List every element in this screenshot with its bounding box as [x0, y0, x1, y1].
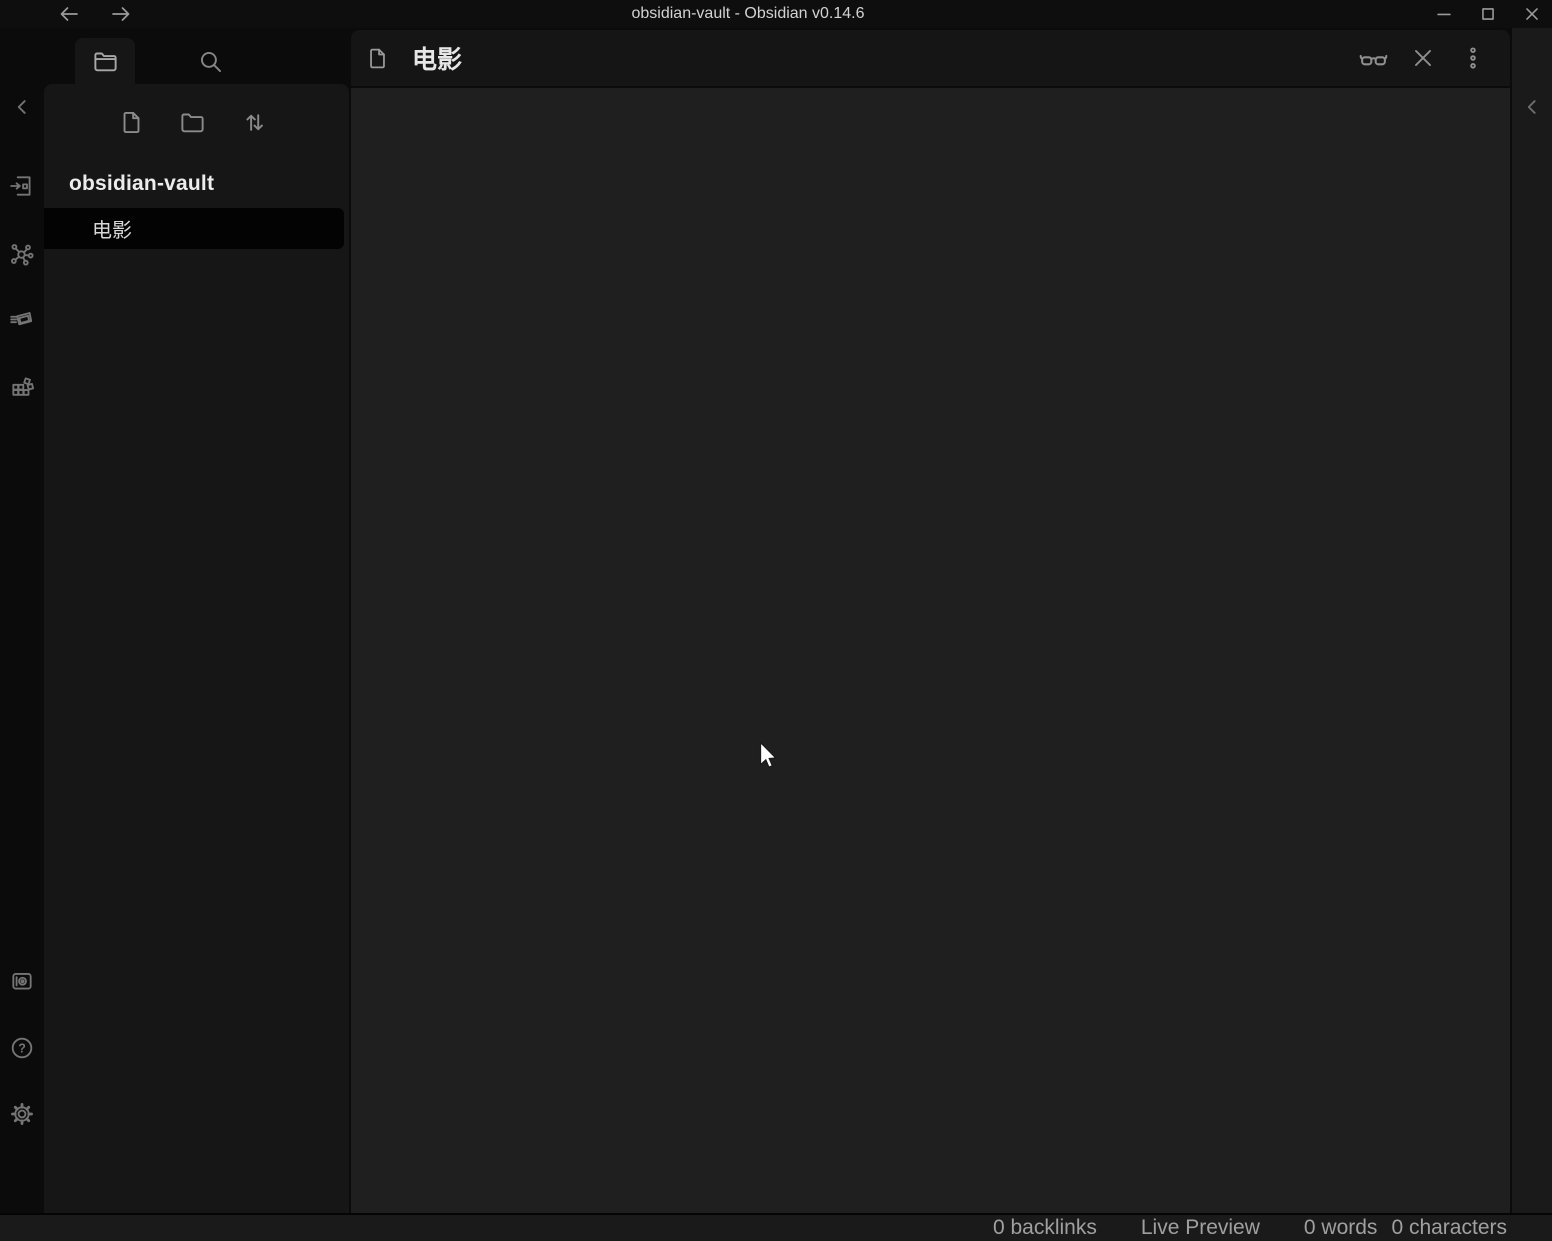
- close-icon: [1410, 45, 1436, 71]
- more-options-icon: [1460, 45, 1486, 71]
- obsidian-window: obsidian-vault - Obsidian v0.14.6: [0, 0, 1552, 1241]
- more-options-button[interactable]: [1458, 42, 1488, 74]
- mouse-cursor: [759, 741, 781, 778]
- view-header: 电影: [351, 30, 1510, 86]
- editor-mode-toggle[interactable]: Live Preview: [1141, 1216, 1260, 1240]
- reading-view-icon: [1359, 44, 1388, 73]
- random-note-button[interactable]: [6, 371, 38, 403]
- vault-title[interactable]: obsidian-vault: [69, 172, 214, 196]
- word-count-group: 0 words 0 characters: [1304, 1216, 1507, 1240]
- new-folder-icon: [179, 109, 206, 136]
- titlebar: obsidian-vault - Obsidian v0.14.6: [0, 0, 1552, 28]
- backlinks-count[interactable]: 0 backlinks: [993, 1216, 1097, 1240]
- statusbar: 0 backlinks Live Preview 0 words 0 chara…: [0, 1213, 1552, 1241]
- new-note-icon: [118, 109, 145, 136]
- folder-icon: [92, 48, 119, 75]
- word-count: 0 words: [1304, 1216, 1378, 1240]
- close-icon: [1521, 3, 1543, 25]
- minimize-button[interactable]: [1428, 0, 1460, 28]
- collapse-right-sidebar-icon: [1519, 94, 1545, 120]
- presentation-button[interactable]: [6, 304, 38, 336]
- help-button[interactable]: ?: [6, 1032, 38, 1064]
- left-ribbon: ?: [0, 28, 44, 1213]
- presentation-icon: [9, 307, 35, 333]
- quick-switcher-icon: [9, 173, 35, 199]
- help-icon: ?: [9, 1035, 35, 1061]
- settings-button[interactable]: [6, 1098, 38, 1130]
- expand-right-sidebar-button[interactable]: [1516, 91, 1548, 123]
- minimize-icon: [1433, 3, 1455, 25]
- left-sidebar: obsidian-vault 电影: [44, 28, 349, 1213]
- sort-order-button[interactable]: [238, 106, 270, 138]
- maximize-button[interactable]: [1472, 0, 1504, 28]
- main-pane: 电影: [351, 28, 1510, 1213]
- file-list-item-selected[interactable]: 电影: [44, 208, 344, 249]
- tab-search[interactable]: [188, 38, 232, 84]
- close-pane-button[interactable]: [1408, 42, 1438, 74]
- character-count: 0 characters: [1391, 1216, 1507, 1240]
- random-note-icon: [9, 374, 35, 400]
- settings-icon: [9, 1101, 35, 1127]
- vault-switcher-icon: [9, 968, 35, 994]
- window-close-button[interactable]: [1516, 0, 1548, 28]
- collapse-left-sidebar-button[interactable]: [6, 91, 38, 123]
- collapse-left-sidebar-icon: [9, 94, 35, 120]
- file-explorer-panel: obsidian-vault 电影: [44, 84, 349, 1213]
- right-sidebar-collapsed: [1512, 28, 1552, 1213]
- graph-view-button[interactable]: [6, 238, 38, 270]
- reading-view-button[interactable]: [1358, 42, 1388, 74]
- quick-switcher-button[interactable]: [6, 170, 38, 202]
- tab-file-explorer[interactable]: [75, 38, 135, 84]
- sort-order-icon: [241, 109, 268, 136]
- note-title: 电影: [412, 40, 462, 76]
- new-folder-button[interactable]: [176, 106, 208, 138]
- vault-switcher-button[interactable]: [6, 965, 38, 997]
- file-name: 电影: [92, 214, 132, 243]
- window-title: obsidian-vault - Obsidian v0.14.6: [0, 0, 1496, 28]
- document-icon: [365, 46, 390, 71]
- svg-text:?: ?: [18, 1041, 26, 1055]
- new-note-button[interactable]: [115, 106, 147, 138]
- editor-content[interactable]: [351, 88, 1510, 1213]
- maximize-icon: [1477, 3, 1499, 25]
- graph-view-icon: [9, 241, 35, 267]
- search-icon: [197, 48, 224, 75]
